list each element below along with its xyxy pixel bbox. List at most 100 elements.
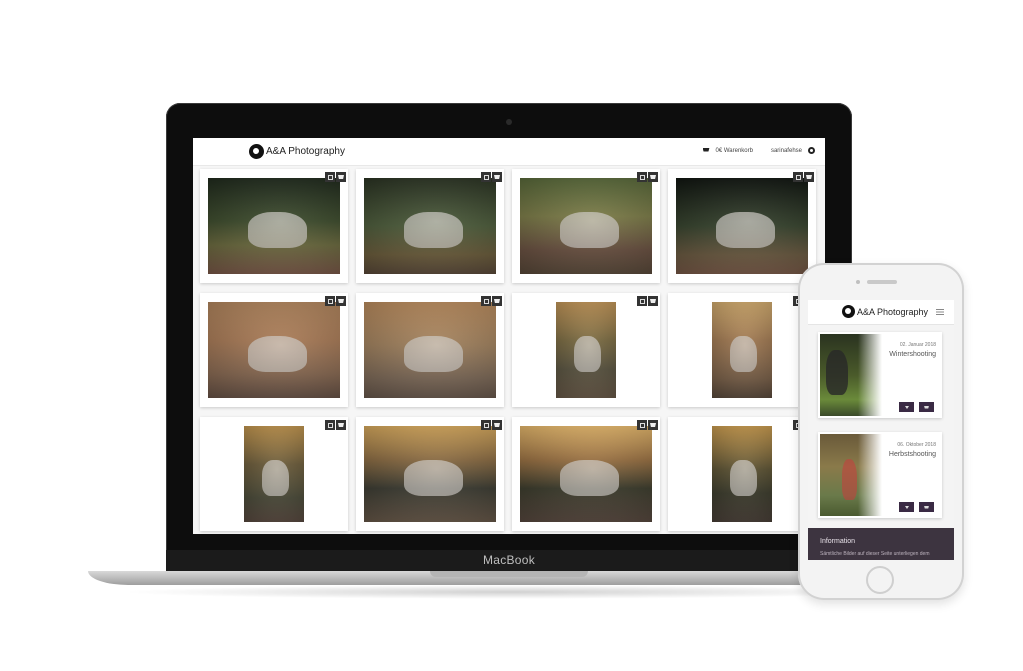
laptop-screen: A&A Photography 0€ Warenkorb sarinafehse <box>193 138 825 534</box>
phone-logo[interactable]: A&A Photography <box>842 305 928 318</box>
photo-actions <box>793 172 814 182</box>
photo-grid <box>200 169 820 531</box>
site-logo[interactable]: A&A Photography <box>249 144 345 159</box>
photo-thumbnail[interactable] <box>244 426 304 522</box>
download-icon[interactable] <box>899 502 914 512</box>
select-checkbox-icon[interactable] <box>637 172 647 182</box>
horse-silhouette <box>403 211 463 249</box>
photo-card[interactable] <box>356 417 504 531</box>
photo-actions <box>325 296 346 306</box>
photo-actions <box>637 420 658 430</box>
horse-silhouette <box>262 459 289 497</box>
photo-thumbnail[interactable] <box>208 302 340 398</box>
add-to-cart-icon[interactable] <box>648 420 658 430</box>
photo-actions <box>325 420 346 430</box>
photo-actions <box>481 172 502 182</box>
select-checkbox-icon[interactable] <box>325 172 335 182</box>
user-link[interactable]: sarinafehse <box>771 148 802 154</box>
menu-icon[interactable] <box>936 309 944 315</box>
photo-actions <box>481 420 502 430</box>
select-checkbox-icon[interactable] <box>481 296 491 306</box>
photo-card[interactable] <box>668 169 816 283</box>
horse-silhouette <box>403 335 463 373</box>
gear-icon[interactable] <box>808 147 815 154</box>
horse-silhouette <box>574 335 601 373</box>
horse-silhouette <box>559 459 619 497</box>
add-to-cart-icon[interactable] <box>648 172 658 182</box>
photo-card[interactable] <box>512 169 660 283</box>
horse-silhouette <box>730 459 757 497</box>
photo-thumbnail[interactable] <box>364 426 496 522</box>
add-to-cart-icon[interactable] <box>336 172 346 182</box>
photo-thumbnail[interactable] <box>208 178 340 274</box>
phone-screen: A&A Photography 02. Januar 2018 Wintersh… <box>808 300 954 560</box>
photo-thumbnail[interactable] <box>676 178 808 274</box>
select-checkbox-icon[interactable] <box>325 420 335 430</box>
horse-silhouette <box>403 459 463 497</box>
horse-silhouette <box>730 335 757 373</box>
photo-card[interactable] <box>668 417 816 531</box>
photo-card[interactable] <box>356 293 504 407</box>
cart-icon[interactable] <box>703 148 710 154</box>
select-checkbox-icon[interactable] <box>637 420 647 430</box>
photo-actions <box>325 172 346 182</box>
photo-card[interactable] <box>200 293 348 407</box>
info-text: Sämtliche Bilder auf dieser Seite unterl… <box>820 551 930 557</box>
add-to-cart-icon[interactable] <box>648 296 658 306</box>
logo-text: A&A Photography <box>266 146 345 157</box>
phone-header: A&A Photography <box>808 300 954 325</box>
photo-card[interactable] <box>512 417 660 531</box>
logo-mark-icon <box>842 305 855 318</box>
add-to-cart-icon[interactable] <box>336 296 346 306</box>
select-checkbox-icon[interactable] <box>481 420 491 430</box>
photo-thumbnail[interactable] <box>556 302 616 398</box>
horse-silhouette <box>247 335 307 373</box>
info-title: Information <box>820 538 856 545</box>
phone-logo-text: A&A Photography <box>857 306 929 317</box>
photo-thumbnail[interactable] <box>520 426 652 522</box>
photo-card[interactable] <box>356 169 504 283</box>
horse-silhouette <box>559 211 619 249</box>
select-checkbox-icon[interactable] <box>793 172 803 182</box>
header-actions: 0€ Warenkorb sarinafehse <box>703 147 815 154</box>
laptop-brand-label: MacBook <box>482 553 536 567</box>
add-to-cart-icon[interactable] <box>804 172 814 182</box>
gallery-card[interactable]: 06. Oktober 2018 Herbstshooting <box>818 432 942 518</box>
add-to-cart-icon[interactable] <box>492 420 502 430</box>
gallery-title[interactable]: Wintershooting <box>889 351 936 358</box>
photo-card[interactable] <box>200 169 348 283</box>
gallery-card[interactable]: 02. Januar 2018 Wintershooting <box>818 332 942 418</box>
laptop-shadow <box>120 585 900 599</box>
photo-thumbnail[interactable] <box>520 178 652 274</box>
select-checkbox-icon[interactable] <box>637 296 647 306</box>
photo-card[interactable] <box>200 417 348 531</box>
cart-link[interactable]: 0€ Warenkorb <box>716 148 753 154</box>
select-checkbox-icon[interactable] <box>481 172 491 182</box>
add-to-cart-icon[interactable] <box>492 172 502 182</box>
gallery-date: 06. Oktober 2018 <box>897 442 936 448</box>
gallery-title[interactable]: Herbstshooting <box>889 451 936 458</box>
add-to-cart-icon[interactable] <box>919 402 934 412</box>
photo-actions <box>481 296 502 306</box>
laptop-notch <box>430 571 588 577</box>
logo-mark-icon <box>249 144 264 159</box>
photo-thumbnail[interactable] <box>712 426 772 522</box>
photo-actions <box>637 172 658 182</box>
photo-thumbnail[interactable] <box>364 178 496 274</box>
photo-card[interactable] <box>668 293 816 407</box>
add-to-cart-icon[interactable] <box>919 502 934 512</box>
photo-actions <box>637 296 658 306</box>
photo-thumbnail[interactable] <box>712 302 772 398</box>
phone-home-button[interactable] <box>866 566 894 594</box>
add-to-cart-icon[interactable] <box>492 296 502 306</box>
phone-front-camera <box>856 280 860 284</box>
download-icon[interactable] <box>899 402 914 412</box>
phone-speaker <box>867 280 897 284</box>
info-section: Information Sämtliche Bilder auf dieser … <box>808 528 954 560</box>
site-header: A&A Photography 0€ Warenkorb sarinafehse <box>193 138 825 166</box>
add-to-cart-icon[interactable] <box>336 420 346 430</box>
select-checkbox-icon[interactable] <box>325 296 335 306</box>
photo-thumbnail[interactable] <box>364 302 496 398</box>
photo-card[interactable] <box>512 293 660 407</box>
laptop-camera <box>506 119 512 125</box>
